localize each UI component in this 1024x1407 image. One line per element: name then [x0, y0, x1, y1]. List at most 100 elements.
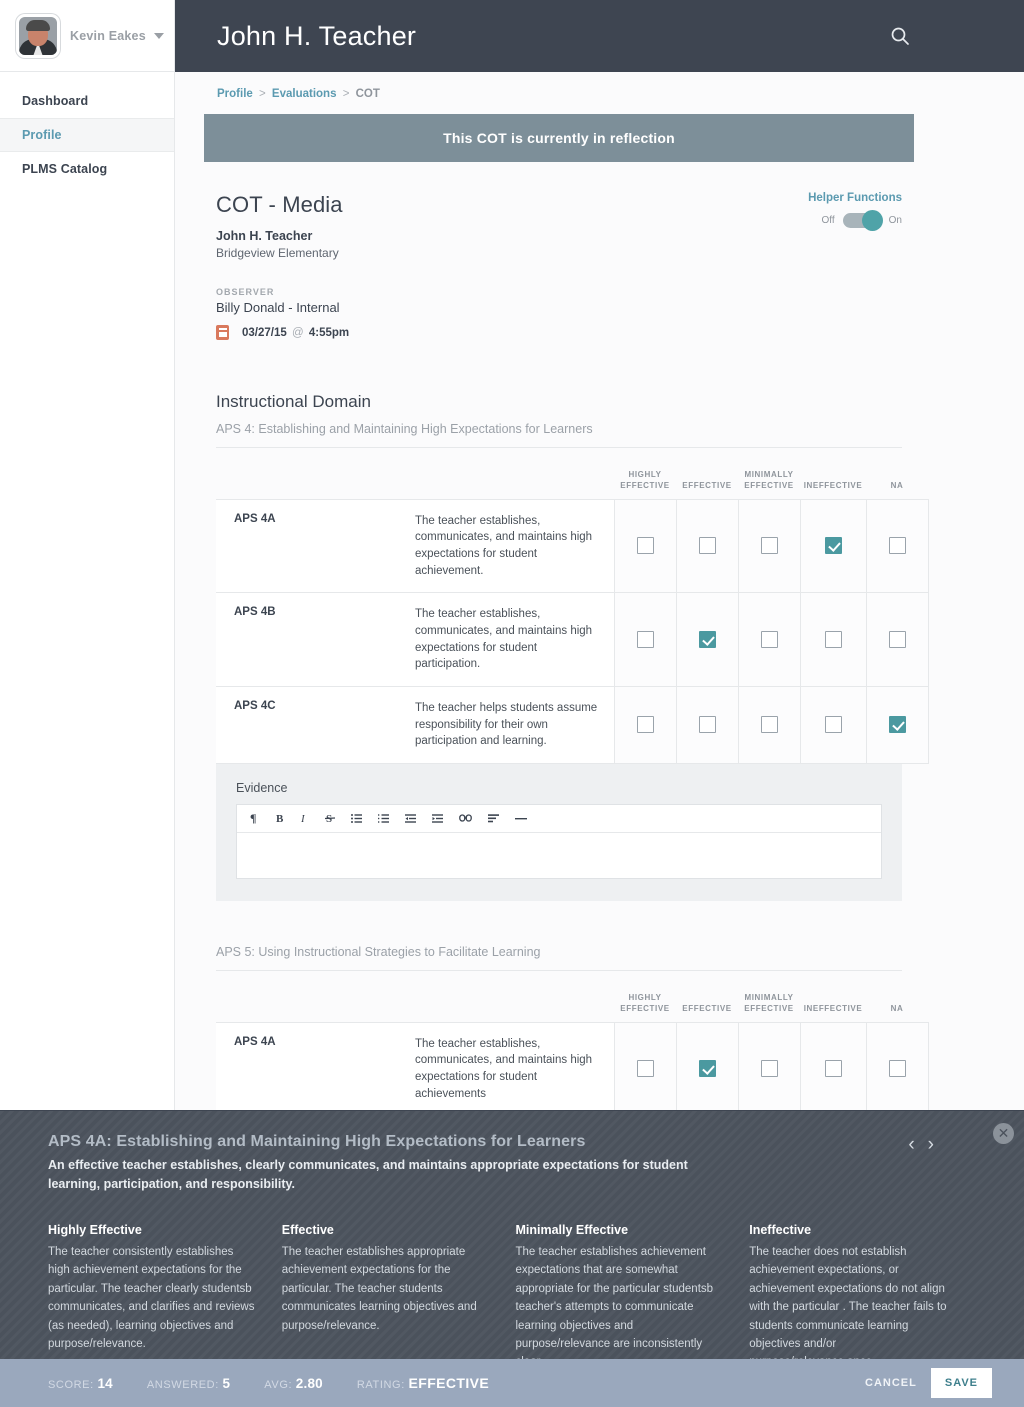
pilcrow-icon[interactable]: ¶ [250, 812, 260, 824]
evidence-label: Evidence [236, 780, 288, 795]
rubric-title: APS 4A: Establishing and Maintaining Hig… [48, 1133, 586, 1150]
rating-cell-highly-effective[interactable] [613, 1021, 676, 1117]
checkbox[interactable] [824, 1060, 842, 1078]
checkbox[interactable] [888, 1060, 906, 1078]
bold-icon[interactable]: B [276, 812, 285, 824]
checkbox-checked[interactable] [824, 537, 842, 555]
row-text: The teacher establishes, communicates, a… [415, 1021, 614, 1117]
user-name: Kevin Eakes [70, 28, 146, 43]
user-menu[interactable]: Kevin Eakes [0, 0, 174, 72]
checkbox[interactable] [698, 716, 716, 734]
rating-cell-ineffective[interactable] [799, 592, 866, 687]
domain-title: Instructional Domain [216, 392, 371, 411]
rating-cell-minimally-effective[interactable] [737, 685, 800, 764]
checkbox-checked[interactable] [698, 630, 716, 648]
checkbox-checked[interactable] [698, 1060, 716, 1078]
sidebar-item-profile[interactable]: Profile [0, 118, 174, 152]
close-icon[interactable]: ✕ [993, 1123, 1014, 1144]
chevron-left-icon[interactable]: ‹ [908, 1135, 914, 1154]
checkbox[interactable] [824, 716, 842, 734]
rating-cell-effective[interactable] [675, 1021, 738, 1117]
chevron-right-icon[interactable]: › [928, 1135, 934, 1154]
rubric-level-text: The teacher does not establish achieveme… [749, 1246, 947, 1368]
row-code: APS 4A [216, 498, 415, 594]
rubric-level-name: Highly Effective [48, 1223, 142, 1237]
aps-subtitle: APS 4: Establishing and Maintaining High… [216, 422, 902, 448]
rating-cell-highly-effective[interactable] [613, 592, 676, 687]
column-header-ineffective: INEFFECTIVE [803, 480, 863, 490]
checkbox[interactable] [636, 630, 654, 648]
date-time-separator: @ [291, 326, 304, 339]
rating-cell-na[interactable] [865, 1021, 929, 1117]
svg-text:B: B [276, 813, 284, 824]
breadcrumb-evaluations[interactable]: Evaluations [272, 88, 337, 100]
rating-cell-effective[interactable] [675, 685, 738, 764]
italic-icon[interactable]: I [301, 812, 309, 824]
rubric-level-name: Minimally Effective [515, 1223, 629, 1237]
rating-cell-minimally-effective[interactable] [737, 592, 800, 687]
rich-text-editor[interactable]: ¶ B I S [236, 803, 882, 879]
observation-time-value: 4:55pm [308, 326, 350, 339]
cancel-button[interactable]: CANCEL [865, 1377, 917, 1389]
ratings-table: HIGHLY EFFECTIVE EFFECTIVE MINIMALLY EFF… [216, 470, 929, 764]
checkbox[interactable] [636, 1060, 654, 1078]
strikethrough-icon[interactable]: S [325, 812, 335, 824]
avg-value: 2.80 [295, 1375, 323, 1391]
rating-label: RATING: [356, 1379, 405, 1391]
rubric-level-text: The teacher consistently establishes hig… [48, 1246, 255, 1350]
rating-cell-na[interactable] [865, 592, 929, 687]
calendar-icon [216, 325, 229, 340]
link-icon[interactable] [459, 814, 472, 823]
align-left-icon[interactable] [488, 814, 499, 823]
checkbox[interactable] [760, 1060, 778, 1078]
rating-value: EFFECTIVE [408, 1375, 490, 1391]
toggle-on-label: On [888, 215, 902, 226]
checkbox[interactable] [760, 630, 778, 648]
rating-cell-ineffective[interactable] [799, 685, 866, 764]
rating-cell-effective[interactable] [675, 498, 738, 594]
rubric-overlay: APS 4A: Establishing and Maintaining Hig… [0, 1110, 1024, 1368]
score-value: 14 [97, 1375, 113, 1391]
svg-text:I: I [301, 813, 306, 824]
avatar [16, 13, 60, 58]
cot-school-name: Bridgeview Elementary [216, 246, 339, 260]
checkbox[interactable] [760, 537, 778, 555]
avg-label: AVG: [264, 1378, 293, 1391]
rating-cell-highly-effective[interactable] [613, 685, 676, 764]
rating-cell-minimally-effective[interactable] [737, 1021, 800, 1117]
rating-cell-highly-effective[interactable] [613, 498, 676, 594]
rating-cell-na[interactable] [865, 685, 929, 764]
indent-icon[interactable] [432, 814, 443, 823]
outdent-icon[interactable] [405, 814, 416, 823]
rubric-description: An effective teacher establishes, clearl… [48, 1158, 688, 1192]
breadcrumb-profile[interactable]: Profile [217, 88, 253, 100]
sidebar-item-plms-catalog[interactable]: PLMS Catalog [0, 152, 174, 186]
rating-cell-na[interactable] [865, 498, 929, 594]
checkbox[interactable] [698, 537, 716, 555]
helper-functions-toggle[interactable] [842, 210, 883, 231]
checkbox[interactable] [888, 537, 906, 555]
horizontal-rule-icon[interactable] [515, 814, 527, 823]
save-button[interactable]: SAVE [930, 1368, 992, 1398]
checkbox[interactable] [636, 716, 654, 734]
rating-cell-minimally-effective[interactable] [737, 498, 800, 594]
evidence-textarea[interactable] [237, 832, 881, 878]
helper-functions: Helper Functions Off On [808, 192, 902, 231]
checkbox[interactable] [824, 630, 842, 648]
answered-stat: ANSWERED: 5 [147, 1376, 230, 1391]
rating-cell-ineffective[interactable] [799, 498, 866, 594]
rubric-level-minimally-effective: Minimally Effective The teacher establis… [516, 1223, 750, 1372]
rating-cell-effective[interactable] [675, 592, 738, 687]
rating-cell-ineffective[interactable] [799, 1021, 866, 1117]
checkbox[interactable] [636, 537, 654, 555]
checkbox[interactable] [888, 630, 906, 648]
checkbox[interactable] [760, 716, 778, 734]
checkbox-checked[interactable] [888, 716, 906, 734]
search-icon[interactable] [888, 24, 912, 48]
unordered-list-icon[interactable] [351, 813, 362, 823]
row-code: APS 4B [216, 592, 415, 687]
ordered-list-icon[interactable] [378, 814, 389, 823]
chevron-down-icon[interactable] [153, 32, 164, 39]
sidebar-item-dashboard[interactable]: Dashboard [0, 84, 174, 118]
status-bar: SCORE: 14 ANSWERED: 5 AVG: 2.80 RATING: … [0, 1359, 1024, 1407]
